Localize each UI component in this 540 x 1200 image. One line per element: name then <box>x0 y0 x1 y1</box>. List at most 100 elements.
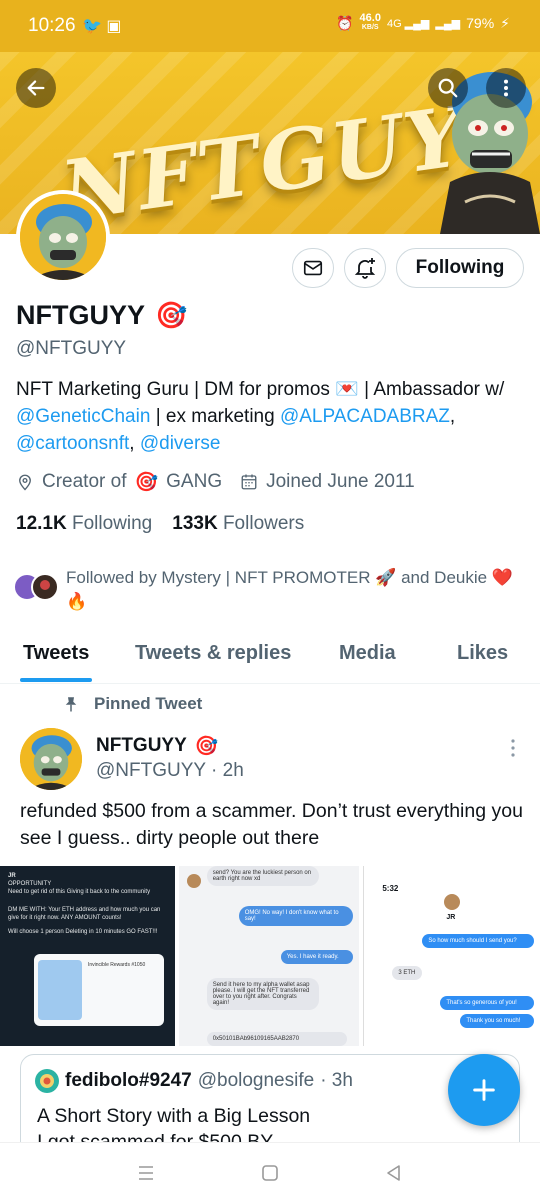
m2-avatar-icon <box>186 874 201 888</box>
mail-icon <box>303 260 323 276</box>
bio-text-4: , <box>129 433 140 454</box>
profile-avatar[interactable] <box>16 190 110 284</box>
m1-dm: DM ME WITH: Your ETH address and how muc… <box>8 907 161 921</box>
m2-bubble-1: send? You are the luckiest person on ear… <box>206 866 319 886</box>
status-right: ⏰ 46.0 KB/S 4G ▂▄▆ ▂▄▆ 79% ⚡ <box>336 12 510 32</box>
ape-avatar-image <box>20 194 106 280</box>
m3-bubble-3: That's so generous of you! <box>440 996 535 1010</box>
profile-stats: 12.1K Following 133K Followers <box>16 513 304 535</box>
following-count: 12.1K <box>16 513 67 534</box>
status-bar: 10:26 🐦 ▣ ⏰ 46.0 KB/S 4G ▂▄▆ ▂▄▆ 79% ⚡ <box>0 0 540 52</box>
network-speed-value: 46.0 <box>359 12 381 24</box>
recent-apps-icon[interactable] <box>134 1161 158 1185</box>
bio-mention-geneticchain[interactable]: @GeneticChain <box>16 406 150 427</box>
tweet-text: refunded $500 from a scammer. Don’t trus… <box>20 800 523 849</box>
m3-bubble-2: 3 ETH <box>392 966 423 980</box>
m2-bubble-4: Send it here to my alpha wallet asap ple… <box>206 978 319 1010</box>
target-emoji-icon: 🎯 <box>155 300 188 330</box>
back-nav-icon[interactable] <box>382 1161 406 1185</box>
m1-nft-card: Invincible Rewards #1050 <box>34 954 164 1026</box>
network-speed-unit: KB/S <box>361 24 379 31</box>
quoted-author-handle: @bolognesife <box>197 1070 315 1091</box>
media-image-3[interactable]: 5:32 JR So how much should I send you? 3… <box>363 866 540 1046</box>
followed-by-text: Followed by Mystery | NFT PROMOTER 🚀 and… <box>66 568 513 611</box>
media-image-2[interactable]: send? You are the luckiest person on ear… <box>178 866 360 1046</box>
more-options-button[interactable] <box>486 68 526 108</box>
m1-winner: Will choose 1 person Deleting in 10 minu… <box>8 929 158 935</box>
tweet-author-avatar[interactable] <box>20 728 82 790</box>
m1-body: Need to get rid of this Giving it back t… <box>8 889 151 895</box>
location-emoji: 🎯 <box>134 472 159 493</box>
status-time: 10:26 <box>28 15 76 36</box>
compose-tweet-button[interactable] <box>448 1054 520 1126</box>
search-icon <box>438 78 458 98</box>
m2-bubble-2: OMG! No way! I don't know what to say! <box>238 906 353 926</box>
tweet-media-grid[interactable]: JR OPPORTUNITY Need to get rid of this G… <box>0 866 540 1046</box>
tab-media[interactable]: Media <box>339 642 396 665</box>
profile-name-text: NFTGUYY <box>16 300 146 330</box>
alarm-icon: ⏰ <box>336 14 354 31</box>
tweet-author-name-text: NFTGUYY <box>96 735 187 756</box>
tweet-time: · 2h <box>211 760 244 781</box>
m3-bubble-1: So how much should I send you? <box>422 934 535 948</box>
m2-bubble-5: 0x50101BAb96109165AAB2870 <box>206 1032 347 1046</box>
followers-stat[interactable]: 133K Followers <box>172 513 304 535</box>
profile-bio: NFT Marketing Guru | DM for promos 💌 | A… <box>16 376 526 457</box>
bio-mention-cartoonsnft[interactable]: @cartoonsnft <box>16 433 129 454</box>
bio-text-2: | ex marketing <box>150 406 280 427</box>
profile-joined: Joined June 2011 <box>240 471 415 493</box>
quoted-author-name: fedibolo#9247 <box>65 1070 192 1091</box>
m1-nft-image <box>38 960 82 1020</box>
m2-bubble-3: Yes. I have it ready. <box>280 950 353 964</box>
location-prefix: Creator of <box>42 471 127 492</box>
android-nav-bar <box>0 1142 540 1200</box>
following-label: Following <box>71 513 153 534</box>
bio-mention-alpacadabraz[interactable]: @ALPACADABRAZ <box>280 406 450 427</box>
bio-text-1: NFT Marketing Guru | DM for promos 💌 | A… <box>16 379 505 400</box>
active-tab-indicator <box>20 678 92 682</box>
tweet-author-name[interactable]: NFTGUYY 🎯 <box>96 734 218 758</box>
notifications-button[interactable] <box>344 248 386 288</box>
profile-name: NFTGUYY 🎯 <box>16 300 187 331</box>
plus-icon <box>473 1079 495 1101</box>
followers-count: 133K <box>172 513 218 534</box>
message-button[interactable] <box>292 248 334 288</box>
followers-label: Followers <box>222 513 305 534</box>
network-speed: 46.0 KB/S <box>359 12 381 32</box>
back-button[interactable] <box>16 68 56 108</box>
bell-plus-icon <box>354 258 376 279</box>
pinned-tweet-text: Pinned Tweet <box>94 694 203 713</box>
profile-tabs: Tweets Tweets & replies Media Likes <box>0 630 540 684</box>
tab-tweets[interactable]: Tweets <box>23 642 89 665</box>
more-vertical-icon <box>503 79 509 97</box>
following-stat[interactable]: 12.1K Following <box>16 513 152 535</box>
m1-card-title: Invincible Rewards #1050 <box>88 962 146 968</box>
follower-avatars <box>13 573 59 601</box>
search-button[interactable] <box>428 68 468 108</box>
notification-icons: 🐦 ▣ <box>82 18 122 35</box>
battery-level: 79% <box>466 15 495 31</box>
tweet-author-handle: @NFTGUYY · 2h <box>96 760 244 782</box>
tab-tweets-replies[interactable]: Tweets & replies <box>135 642 291 665</box>
tweet-handle-text: @NFTGUYY <box>96 760 206 781</box>
quoted-time: · 3h <box>320 1070 353 1091</box>
m1-text: JR OPPORTUNITY Need to get rid of this G… <box>8 872 168 936</box>
location-pin-icon <box>19 474 31 491</box>
tab-likes[interactable]: Likes <box>457 642 508 665</box>
m1-title: OPPORTUNITY <box>8 881 52 887</box>
m3-bubble-4: Thank you so much! <box>460 1014 535 1028</box>
arrow-left-icon <box>27 80 45 96</box>
m3-time: 5:32 <box>382 884 399 893</box>
bio-mention-diverse[interactable]: @diverse <box>140 433 221 454</box>
following-button[interactable]: Following <box>396 248 524 288</box>
media-image-1[interactable]: JR OPPORTUNITY Need to get rid of this G… <box>0 866 175 1046</box>
charging-icon: ⚡ <box>500 14 510 31</box>
signal-icon-2: ▂▄▆ <box>435 17 461 30</box>
ape-avatar-small <box>20 728 82 790</box>
tweet-more-icon[interactable] <box>508 738 518 758</box>
bio-text-3: , <box>449 406 456 427</box>
quoted-author-avatar <box>35 1069 59 1093</box>
profile-handle: @NFTGUYY <box>16 338 127 359</box>
home-icon[interactable] <box>258 1161 282 1185</box>
pin-icon <box>65 697 77 712</box>
